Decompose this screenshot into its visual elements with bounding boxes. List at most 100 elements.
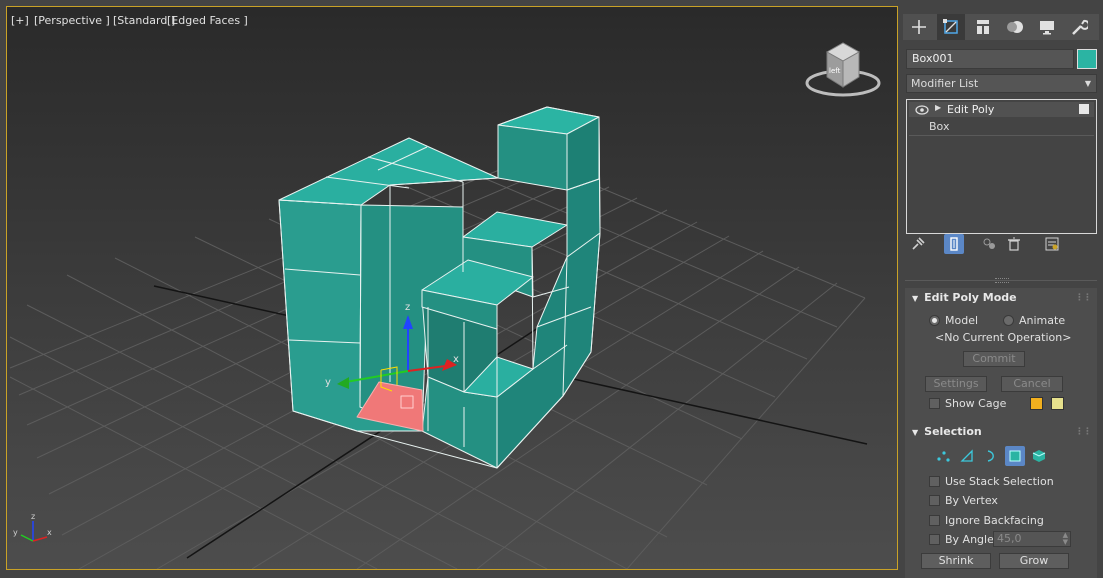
element-icon xyxy=(1032,450,1046,462)
modify-tab[interactable] xyxy=(937,14,965,40)
rollout-title: Edit Poly Mode xyxy=(924,291,1017,304)
collapse-triangle-icon: ▼ xyxy=(912,428,919,437)
hierarchy-tab[interactable] xyxy=(969,14,997,40)
viewport-canvas[interactable]: z y x z y x left xyxy=(7,7,898,570)
object-color-swatch[interactable] xyxy=(1077,49,1097,69)
viewcube-face-label: left xyxy=(829,67,841,75)
viewport-menu-plus[interactable]: [+] xyxy=(11,14,29,27)
by-vertex-checkbox[interactable] xyxy=(929,495,940,506)
show-cage-checkbox[interactable] xyxy=(929,398,940,409)
collapse-triangle-icon: ▼ xyxy=(912,294,919,303)
tripod-x-label: x xyxy=(47,528,52,537)
viewport-shading-label[interactable]: [Standard ] xyxy=(113,14,175,27)
motion-tab[interactable] xyxy=(1001,14,1029,40)
mesh-tower-front[interactable] xyxy=(497,124,568,191)
make-unique-button[interactable] xyxy=(980,234,1000,254)
operation-status: <No Current Operation> xyxy=(935,331,1072,344)
show-end-result-button[interactable] xyxy=(944,234,964,254)
configure-icon xyxy=(1045,237,1059,251)
stack-item-label: Edit Poly xyxy=(947,103,995,116)
stack-item-box[interactable]: Box xyxy=(909,119,1094,136)
pin-icon xyxy=(912,237,925,250)
configure-modifier-sets-button[interactable] xyxy=(1042,234,1062,254)
polygon-mode-button[interactable] xyxy=(1005,446,1025,466)
gizmo-y-label: y xyxy=(325,377,331,388)
perspective-viewport[interactable]: z y x z y x left [+] [Perspective] [Sta… xyxy=(6,6,898,570)
edit-poly-mode-rollout: ▼ Edit Poly Mode ⋮⋮ Model Animate <No Cur… xyxy=(905,288,1097,422)
by-angle-value: 45,0 xyxy=(997,532,1022,545)
modifier-list-dropdown[interactable]: Modifier List ▼ xyxy=(906,74,1097,93)
resize-grip[interactable] xyxy=(995,278,1009,283)
edit-poly-mode-header[interactable]: ▼ Edit Poly Mode ⋮⋮ xyxy=(905,288,1097,308)
gizmo-x-label: x xyxy=(453,354,459,365)
show-cage-label: Show Cage xyxy=(945,397,1007,410)
remove-modifier-button[interactable] xyxy=(1004,234,1024,254)
animate-radio[interactable] xyxy=(1003,315,1014,326)
trash-icon xyxy=(1008,237,1020,251)
ignore-backfacing-checkbox[interactable] xyxy=(929,515,940,526)
box-mesh[interactable] xyxy=(278,106,601,469)
tripod-y-label: y xyxy=(13,528,18,537)
axis-tripod-icon: z y x xyxy=(13,512,52,542)
end-result-icon xyxy=(950,237,958,251)
by-angle-label: By Angle: xyxy=(945,533,998,546)
commit-button[interactable]: Commit xyxy=(963,351,1025,367)
edge-mode-button[interactable] xyxy=(957,446,977,466)
create-tab[interactable] xyxy=(905,14,933,40)
polygon-icon xyxy=(1009,450,1021,462)
create-icon xyxy=(912,20,926,34)
selection-rollout: ▼ Selection ⋮⋮ Use Stack Selection By Ver… xyxy=(905,422,1097,578)
model-radio[interactable] xyxy=(929,315,940,326)
grow-button[interactable]: Grow xyxy=(999,553,1069,569)
command-panel: Box001 Modifier List ▼ ▶ Edit Poly Box ▼… xyxy=(903,8,1103,578)
chevron-down-icon: ▼ xyxy=(1084,79,1091,88)
by-vertex-label: By Vertex xyxy=(945,494,998,507)
gizmo-z-label: z xyxy=(405,302,410,313)
border-mode-button[interactable] xyxy=(981,446,1001,466)
settings-button[interactable]: Settings xyxy=(925,376,987,392)
rollout-title: Selection xyxy=(924,425,982,438)
object-name-field[interactable]: Box001 xyxy=(906,49,1074,69)
viewport-edges-label[interactable]: [Edged Faces ] xyxy=(167,14,248,27)
eye-icon[interactable] xyxy=(915,105,929,115)
subobject-level-bar xyxy=(933,446,1053,466)
shrink-button[interactable]: Shrink xyxy=(921,553,991,569)
utilities-tab[interactable] xyxy=(1065,14,1093,40)
vertex-mode-button[interactable] xyxy=(933,446,953,466)
cage-color-swatch-1[interactable] xyxy=(1030,397,1043,410)
by-angle-spinner[interactable]: 45,0 ▲ ▼ xyxy=(993,531,1071,547)
tripod-z-label: z xyxy=(31,512,35,521)
modify-icon xyxy=(943,19,958,34)
display-tab[interactable] xyxy=(1033,14,1061,40)
modifier-list-label: Modifier List xyxy=(911,77,979,90)
border-icon xyxy=(987,450,994,462)
selection-header[interactable]: ▼ Selection ⋮⋮ xyxy=(905,422,1097,442)
stack-item-edit-poly[interactable]: ▶ Edit Poly xyxy=(909,102,1094,117)
element-mode-button[interactable] xyxy=(1029,446,1049,466)
display-icon xyxy=(1040,21,1054,35)
vertex-icon xyxy=(937,451,950,462)
stack-toolbar xyxy=(908,234,1098,256)
hierarchy-icon xyxy=(977,20,989,34)
modifier-stack: ▶ Edit Poly Box xyxy=(906,99,1097,234)
make-unique-icon xyxy=(983,238,995,249)
viewcube[interactable]: left xyxy=(805,42,881,97)
motion-icon xyxy=(1007,21,1023,33)
command-panel-tabs xyxy=(903,14,1099,40)
animate-label: Animate xyxy=(1019,314,1066,327)
viewport-point-of-view-label[interactable]: [Perspective ] xyxy=(34,14,110,27)
modifier-enable-toggle[interactable] xyxy=(1079,104,1089,114)
ignore-backfacing-label: Ignore Backfacing xyxy=(945,514,1044,527)
use-stack-selection-label: Use Stack Selection xyxy=(945,475,1054,488)
edge-icon xyxy=(960,449,973,462)
expand-arrow-icon[interactable]: ▶ xyxy=(935,103,941,112)
by-angle-checkbox[interactable] xyxy=(929,534,940,545)
utilities-icon xyxy=(1072,19,1088,35)
cage-color-swatch-2[interactable] xyxy=(1051,397,1064,410)
spinner-arrows-icon[interactable]: ▲ ▼ xyxy=(1063,532,1068,546)
mesh-top-main[interactable] xyxy=(278,137,499,206)
cancel-button[interactable]: Cancel xyxy=(1001,376,1063,392)
use-stack-selection-checkbox[interactable] xyxy=(929,476,940,487)
model-label: Model xyxy=(945,314,979,327)
pin-stack-button[interactable] xyxy=(908,234,928,254)
